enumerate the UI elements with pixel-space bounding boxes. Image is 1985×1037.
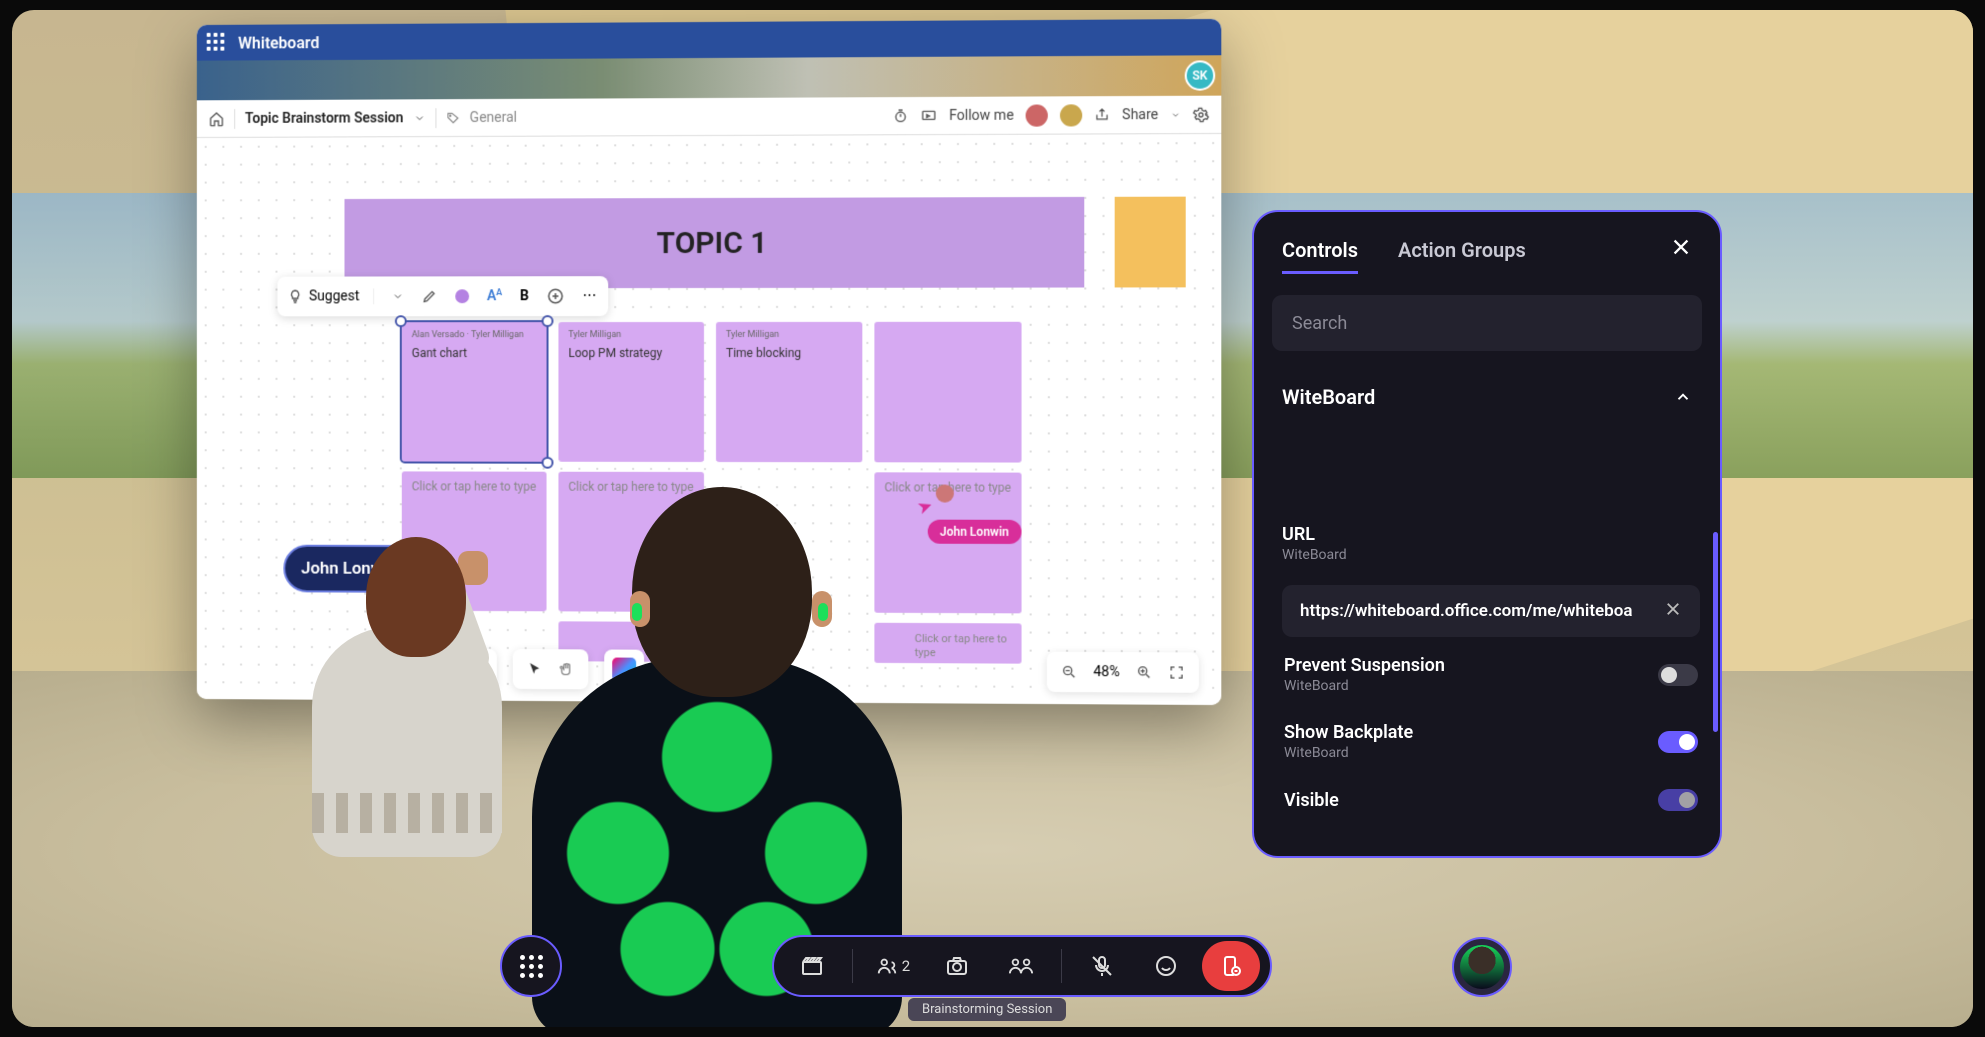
- session-dock: 2: [772, 935, 1272, 997]
- board-toolbar: Topic Brainstorm Session General Follow …: [197, 96, 1221, 138]
- url-input[interactable]: https://whiteboard.office.com/me/whitebo…: [1282, 585, 1700, 637]
- tab-action-groups[interactable]: Action Groups: [1398, 238, 1526, 262]
- camera-icon[interactable]: [929, 942, 985, 990]
- tag-icon[interactable]: [446, 111, 460, 125]
- close-icon[interactable]: [1670, 236, 1692, 263]
- user-avatar-badge[interactable]: SK: [1185, 60, 1216, 90]
- present-icon[interactable]: [921, 107, 937, 123]
- topic-side-card[interactable]: [1115, 197, 1186, 288]
- app-name: Whiteboard: [238, 33, 319, 52]
- suggest-button[interactable]: Suggest: [287, 288, 374, 304]
- sticky-note[interactable]: Alan Versado · Tyler Milligan Gant chart: [402, 322, 547, 462]
- session-name-label: Brainstorming Session: [908, 998, 1066, 1021]
- timer-icon[interactable]: [893, 108, 909, 124]
- participant-avatar[interactable]: [1026, 104, 1048, 126]
- clear-icon[interactable]: [1664, 600, 1682, 623]
- pencil-icon[interactable]: [422, 288, 438, 304]
- text-color-icon[interactable]: AA: [487, 288, 502, 304]
- board-title[interactable]: Topic Brainstorm Session: [245, 110, 403, 127]
- zoom-out-icon[interactable]: [1061, 664, 1077, 680]
- board-tag[interactable]: General: [470, 109, 517, 125]
- emoji-button[interactable]: [1138, 942, 1194, 990]
- fit-screen-icon[interactable]: [1168, 664, 1184, 680]
- toggle-visible[interactable]: Visible: [1272, 775, 1710, 811]
- remote-cursor-label: John Lonwin: [928, 520, 1021, 544]
- section-header-witeboard[interactable]: WiteBoard: [1254, 367, 1720, 427]
- avatar-participant: [312, 497, 512, 857]
- switch-prevent-suspension[interactable]: [1658, 664, 1698, 686]
- leave-button[interactable]: [1202, 941, 1260, 991]
- switch-show-backplate[interactable]: [1658, 731, 1698, 753]
- toggle-show-backplate[interactable]: Show Backplate WiteBoard: [1272, 708, 1710, 775]
- color-picker[interactable]: [455, 289, 469, 303]
- add-icon[interactable]: [547, 287, 565, 305]
- chevron-up-icon: [1674, 388, 1692, 406]
- whiteboard-titlebar: Whiteboard: [197, 19, 1221, 61]
- self-avatar-button[interactable]: [1452, 937, 1512, 997]
- home-icon[interactable]: [209, 111, 225, 127]
- clapperboard-icon[interactable]: [784, 942, 840, 990]
- menu-button[interactable]: [500, 935, 562, 997]
- bold-button[interactable]: B: [520, 288, 529, 304]
- chevron-down-icon[interactable]: [1170, 109, 1180, 119]
- scrollbar-thumb[interactable]: [1713, 532, 1718, 732]
- search-input[interactable]: Search: [1272, 295, 1702, 351]
- participant-avatar[interactable]: [1060, 104, 1082, 126]
- field-url: URL WiteBoard: [1272, 512, 1710, 575]
- controls-panel: Controls Action Groups Search WiteBoard …: [1252, 210, 1722, 858]
- app-launcher-icon[interactable]: [207, 33, 227, 53]
- settings-icon[interactable]: [1193, 106, 1209, 122]
- toggle-prevent-suspension[interactable]: Prevent Suspension WiteBoard: [1272, 641, 1710, 708]
- chevron-down-icon[interactable]: [392, 290, 404, 302]
- switch-visible[interactable]: [1658, 789, 1698, 811]
- zoom-controls: 48%: [1047, 652, 1199, 693]
- selfie-icon[interactable]: [993, 942, 1049, 990]
- mic-muted-button[interactable]: [1074, 942, 1130, 990]
- share-button[interactable]: Share: [1122, 106, 1158, 122]
- zoom-level[interactable]: 48%: [1093, 664, 1119, 680]
- remote-cursor-avatar: [936, 484, 954, 502]
- chevron-down-icon[interactable]: [413, 112, 425, 124]
- more-icon[interactable]: ⋯: [583, 288, 599, 304]
- whiteboard-hero-image: SK: [197, 55, 1221, 100]
- tab-controls[interactable]: Controls: [1282, 238, 1358, 262]
- follow-me-button[interactable]: Follow me: [949, 107, 1014, 123]
- topic-header[interactable]: TOPIC 1: [344, 197, 1084, 289]
- share-icon[interactable]: [1095, 107, 1110, 122]
- participants-button[interactable]: 2: [865, 942, 921, 990]
- format-toolbar: Suggest AA B ⋯: [277, 276, 608, 316]
- zoom-in-icon[interactable]: [1136, 664, 1152, 680]
